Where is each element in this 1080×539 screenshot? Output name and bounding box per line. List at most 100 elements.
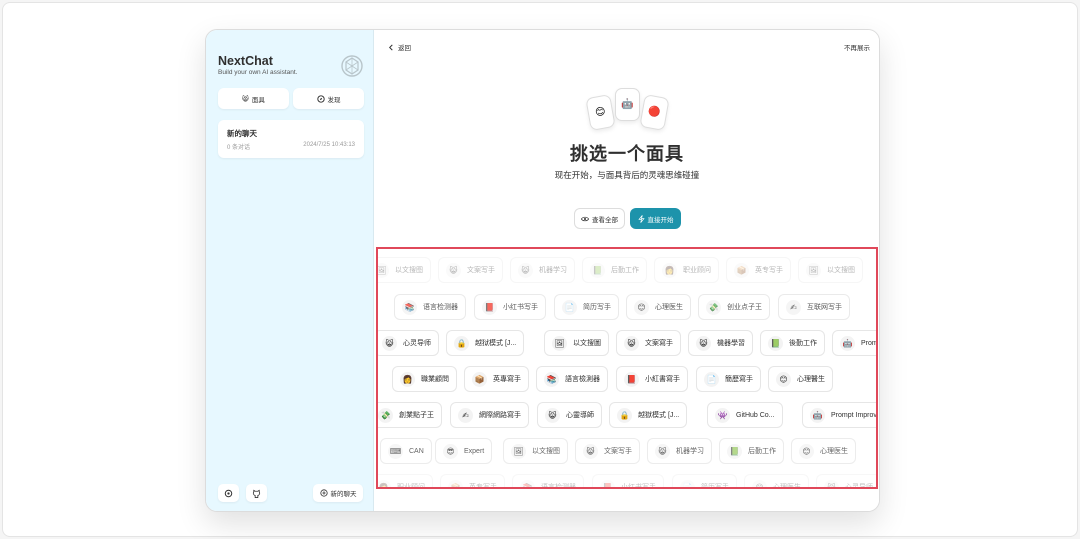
mask-item-emoji-icon: 😊 xyxy=(752,479,767,487)
mask-row: 👩 職業顧問 📦 英專寫手 📚 語言檢測器 📕 小紅書寫手 📄 簡歷寫手 😊 心理醫生 xyxy=(378,366,876,392)
mask-item-emoji-icon: 📄 xyxy=(680,479,695,487)
mask-item-label: 越獄模式 [J... xyxy=(638,412,680,419)
mask-item[interactable]: 📕 小红书写手 xyxy=(474,294,546,320)
mask-item[interactable]: 🖼 以文搜图 xyxy=(798,257,863,283)
mask-item[interactable]: 💸 創業點子王 xyxy=(378,402,442,428)
mask-item[interactable]: 📗 後勤工作 xyxy=(760,330,825,356)
mask-item[interactable]: 📄 簡歷寫手 xyxy=(696,366,761,392)
mask-item[interactable]: 😎 Expert xyxy=(435,438,493,464)
mask-item[interactable]: 📄 简历写手 xyxy=(672,474,737,489)
mask-item-emoji-icon: 😸 xyxy=(446,262,461,278)
chat-message-count: 0 条对话 xyxy=(227,145,251,151)
mask-item-emoji-icon: 👩 xyxy=(662,262,677,278)
mask-item[interactable]: 🔒 越狱模式 [J... xyxy=(446,330,525,356)
mask-item[interactable]: 😸 文案写手 xyxy=(438,257,503,283)
mask-item[interactable]: 😸 文案写手 xyxy=(575,438,640,464)
mask-item-label: 英专写手 xyxy=(755,267,783,274)
back-button[interactable]: 返回 xyxy=(388,42,411,52)
mask-item[interactable]: 😸 文案寫手 xyxy=(616,330,681,356)
mask-item[interactable]: ⌨ CAN xyxy=(380,438,432,464)
mask-item-emoji-icon: 📦 xyxy=(472,371,487,387)
mask-avatar: 🔴 xyxy=(647,106,662,119)
mask-item-label: 简历写手 xyxy=(701,484,729,489)
mask-item[interactable]: 👩 职业顾问 xyxy=(378,474,433,487)
mask-item-label: 文案写手 xyxy=(467,267,495,274)
mask-item-emoji-icon: 🤖 xyxy=(840,335,855,351)
mask-item[interactable]: 😸 機器學習 xyxy=(688,330,753,356)
mask-item-label: 互联网写手 xyxy=(807,304,842,311)
mask-row: 😸 心灵导师 🔒 越狱模式 [J... 🖼 以文搜圖 😸 文案寫手 😸 機器學習 📗 後勤工作 🤖 Pro… xyxy=(378,330,876,356)
view-all-button[interactable]: 查看全部 xyxy=(574,208,625,229)
mask-item-emoji-icon: 📗 xyxy=(727,443,742,459)
mask-item-label: GitHub Co... xyxy=(736,411,775,419)
discover-button[interactable]: 发现 xyxy=(293,88,364,109)
mask-item[interactable]: 😊 心理医生 xyxy=(791,438,856,464)
page-title: 挑选一个面具 xyxy=(570,144,684,164)
mask-item[interactable]: 💸 创业点子王 xyxy=(698,294,770,320)
settings-button[interactable] xyxy=(218,484,239,502)
back-label: 返回 xyxy=(398,45,411,52)
chat-list-item[interactable]: 新的聊天 0 条对话 2024/7/25 10:43:13 xyxy=(218,120,364,158)
mask-item[interactable]: ✍ 網際網路寫手 xyxy=(450,402,529,428)
github-button[interactable] xyxy=(246,484,267,502)
mask-item-emoji-icon: 📗 xyxy=(590,262,605,278)
mask-item[interactable]: 🤖 Prompt Improvement xyxy=(832,330,876,356)
mask-item[interactable]: 😊 心理医生 xyxy=(744,474,809,487)
mask-item[interactable]: 📦 英專寫手 xyxy=(464,366,529,392)
mask-item[interactable]: 😸 机器学习 xyxy=(510,257,575,283)
mask-item[interactable]: 📚 语言检测器 xyxy=(394,294,466,320)
mask-item-emoji-icon: 😊 xyxy=(799,443,814,459)
mask-item[interactable]: 😊 心理医生 xyxy=(626,294,691,320)
mask-item[interactable]: 🖼 以文搜图 xyxy=(378,257,431,283)
mask-item[interactable]: 😊 心理醫生 xyxy=(768,366,833,392)
mask-item-label: 以文搜图 xyxy=(532,448,560,455)
mask-item-emoji-icon: ✍ xyxy=(458,407,473,423)
mask-item-label: 后勤工作 xyxy=(611,267,639,274)
mask-item-label: 機器學習 xyxy=(717,340,745,347)
mask-item-label: 简历写手 xyxy=(583,304,611,311)
mask-item[interactable]: 😸 心灵导师 xyxy=(378,330,439,356)
page-subtitle: 现在开始，与面具背后的灵魂思维碰撞 xyxy=(554,170,700,180)
mask-item-emoji-icon: 📕 xyxy=(624,371,639,387)
mask-item-emoji-icon: 📕 xyxy=(482,299,497,315)
mask-item[interactable]: 😸 心靈導師 xyxy=(537,402,602,428)
mask-item[interactable]: 😸 心灵导师 xyxy=(816,474,876,487)
mask-item[interactable]: 🔒 越獄模式 [J... xyxy=(609,402,688,428)
mask-button-label: 面具 xyxy=(251,96,265,104)
mask-button[interactable]: 😸 面具 xyxy=(218,88,289,109)
mask-item-emoji-icon: 🔒 xyxy=(617,407,632,423)
dont-show-again-button[interactable]: 不再展示 xyxy=(844,42,870,52)
mask-item[interactable]: ✍ 互联网写手 xyxy=(778,294,850,320)
mask-item[interactable]: 📕 小紅書寫手 xyxy=(616,366,688,392)
mask-avatar: 😊 xyxy=(594,106,607,119)
github-icon xyxy=(252,489,261,498)
mask-item[interactable]: 🖼 以文搜圖 xyxy=(544,330,609,356)
mask-item-label: 小红书写手 xyxy=(503,304,538,311)
mask-item[interactable]: 📚 語言檢測器 xyxy=(536,366,608,392)
mask-item-emoji-icon: 💸 xyxy=(706,299,721,315)
mask-item[interactable]: 📗 后勤工作 xyxy=(719,438,784,464)
mask-item-emoji-icon: 🖼 xyxy=(511,443,526,459)
mask-item[interactable]: 🤖 Prompt Improvement xyxy=(802,402,876,428)
mask-item[interactable]: 📦 英专写手 xyxy=(726,257,791,283)
mask-item[interactable]: 📗 后勤工作 xyxy=(582,257,647,283)
mask-item-emoji-icon: 📦 xyxy=(448,479,463,487)
mask-item[interactable]: 👾 GitHub Co... xyxy=(707,402,783,428)
mask-grid: 🖼 以文搜图 😸 文案写手 😸 机器学习 📗 后勤工作 👩 职业顾问 📦 英专写手 🖼 以文搜图 📚 语言检测… xyxy=(376,247,878,489)
mask-item[interactable]: 👩 職業顧問 xyxy=(392,366,457,392)
mask-item[interactable]: 🖼 以文搜图 xyxy=(503,438,568,464)
new-chat-button[interactable]: 新的聊天 xyxy=(313,484,363,502)
mask-item[interactable]: 📕 小红书写手 xyxy=(592,474,664,487)
mask-avatar-card: 🤖 xyxy=(615,88,640,121)
mask-item-emoji-icon: 📄 xyxy=(704,371,719,387)
start-button[interactable]: 直接开始 xyxy=(630,208,681,229)
mask-item[interactable]: 📦 英专写手 xyxy=(440,474,505,487)
mask-item-emoji-icon: 😊 xyxy=(634,299,649,315)
mask-item[interactable]: 😸 机器学习 xyxy=(647,438,712,464)
mask-item[interactable]: 📄 简历写手 xyxy=(554,294,619,320)
discover-button-label: 发现 xyxy=(327,96,341,104)
eye-icon xyxy=(581,216,589,221)
mask-item[interactable]: 👩 职业顾问 xyxy=(654,257,719,283)
mask-item[interactable]: 📚 语言检测器 xyxy=(512,474,584,487)
mask-item-emoji-icon: 😸 xyxy=(824,479,839,487)
